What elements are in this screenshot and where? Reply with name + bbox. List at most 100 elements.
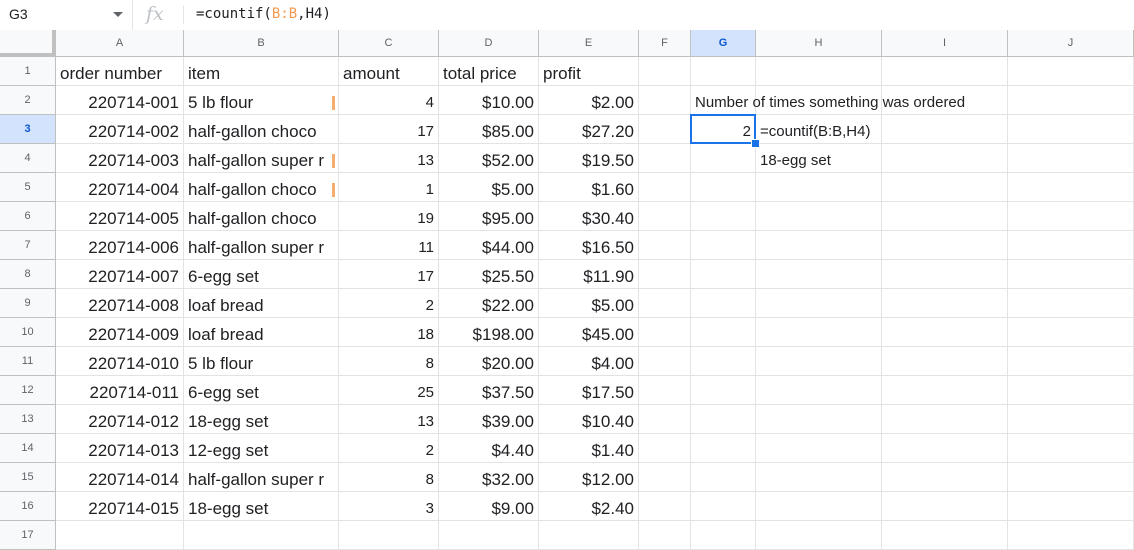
row-header-13[interactable]: 13 [0, 405, 56, 434]
cell-i1[interactable] [882, 57, 1008, 86]
cell-h16[interactable] [756, 492, 882, 521]
row-header-11[interactable]: 11 [0, 347, 56, 376]
row-header-9[interactable]: 9 [0, 289, 56, 318]
cell-h5[interactable] [756, 173, 882, 202]
cell-g17[interactable] [691, 521, 756, 550]
cell-e5[interactable]: $1.60 [539, 173, 639, 202]
cell-a1[interactable]: order number [56, 57, 184, 86]
cell-c14[interactable]: 2 [339, 434, 439, 463]
cell-f17[interactable] [639, 521, 691, 550]
cell-b14[interactable]: 12-egg set [184, 434, 339, 463]
cell-h13[interactable] [756, 405, 882, 434]
cell-d1[interactable]: total price [439, 57, 539, 86]
cell-g4[interactable] [691, 144, 756, 173]
cell-d16[interactable]: $9.00 [439, 492, 539, 521]
column-header-a[interactable]: A [56, 30, 184, 57]
chevron-down-icon[interactable] [113, 12, 123, 17]
cell-h3[interactable]: =countif(B:B,H4) [756, 115, 882, 144]
cell-b12[interactable]: 6-egg set [184, 376, 339, 405]
cell-j14[interactable] [1008, 434, 1134, 463]
cell-i9[interactable] [882, 289, 1008, 318]
cell-c15[interactable]: 8 [339, 463, 439, 492]
cell-f11[interactable] [639, 347, 691, 376]
cell-i13[interactable] [882, 405, 1008, 434]
cell-e16[interactable]: $2.40 [539, 492, 639, 521]
cell-i14[interactable] [882, 434, 1008, 463]
cell-g5[interactable] [691, 173, 756, 202]
cell-b16[interactable]: 18-egg set [184, 492, 339, 521]
column-header-e[interactable]: E [539, 30, 639, 57]
fill-handle[interactable] [751, 139, 760, 148]
row-header-15[interactable]: 15 [0, 463, 56, 492]
cell-j6[interactable] [1008, 202, 1134, 231]
cell-d9[interactable]: $22.00 [439, 289, 539, 318]
cell-a17[interactable] [56, 521, 184, 550]
cell-f13[interactable] [639, 405, 691, 434]
cell-b3[interactable]: half-gallon choco [184, 115, 339, 144]
cell-i7[interactable] [882, 231, 1008, 260]
cell-d15[interactable]: $32.00 [439, 463, 539, 492]
cell-d11[interactable]: $20.00 [439, 347, 539, 376]
cell-j10[interactable] [1008, 318, 1134, 347]
cell-c6[interactable]: 19 [339, 202, 439, 231]
row-header-10[interactable]: 10 [0, 318, 56, 347]
cell-a11[interactable]: 220714-010 [56, 347, 184, 376]
cell-d17[interactable] [439, 521, 539, 550]
row-header-12[interactable]: 12 [0, 376, 56, 405]
column-header-g[interactable]: G [691, 30, 756, 57]
cell-a14[interactable]: 220714-013 [56, 434, 184, 463]
cell-i15[interactable] [882, 463, 1008, 492]
cell-i16[interactable] [882, 492, 1008, 521]
select-all-corner[interactable] [0, 30, 56, 57]
cell-e13[interactable]: $10.40 [539, 405, 639, 434]
cell-c3[interactable]: 17 [339, 115, 439, 144]
cell-d12[interactable]: $37.50 [439, 376, 539, 405]
cell-f9[interactable] [639, 289, 691, 318]
cell-b2[interactable]: 5 lb flour [184, 86, 339, 115]
cell-h4[interactable]: 18-egg set [756, 144, 882, 173]
cell-b1[interactable]: item [184, 57, 339, 86]
cell-b6[interactable]: half-gallon choco [184, 202, 339, 231]
cell-d7[interactable]: $44.00 [439, 231, 539, 260]
cell-i10[interactable] [882, 318, 1008, 347]
cell-e17[interactable] [539, 521, 639, 550]
cell-j13[interactable] [1008, 405, 1134, 434]
row-header-14[interactable]: 14 [0, 434, 56, 463]
formula-input[interactable]: =countif(B:B,H4) [196, 6, 331, 22]
cell-b13[interactable]: 18-egg set [184, 405, 339, 434]
cell-f8[interactable] [639, 260, 691, 289]
cell-g7[interactable] [691, 231, 756, 260]
cell-f16[interactable] [639, 492, 691, 521]
cell-h12[interactable] [756, 376, 882, 405]
cell-d6[interactable]: $95.00 [439, 202, 539, 231]
cell-e4[interactable]: $19.50 [539, 144, 639, 173]
cell-g9[interactable] [691, 289, 756, 318]
cell-j7[interactable] [1008, 231, 1134, 260]
cell-j16[interactable] [1008, 492, 1134, 521]
cell-b7[interactable]: half-gallon super r [184, 231, 339, 260]
cell-c1[interactable]: amount [339, 57, 439, 86]
cell-b5[interactable]: half-gallon choco [184, 173, 339, 202]
cell-g2[interactable]: Number of times something was ordered [691, 86, 965, 115]
row-header-5[interactable]: 5 [0, 173, 56, 202]
cell-c11[interactable]: 8 [339, 347, 439, 376]
cell-h7[interactable] [756, 231, 882, 260]
name-box[interactable]: G3 [0, 0, 133, 30]
cell-h8[interactable] [756, 260, 882, 289]
cell-f15[interactable] [639, 463, 691, 492]
cell-a12[interactable]: 220714-011 [56, 376, 184, 405]
cell-c4[interactable]: 13 [339, 144, 439, 173]
cell-f4[interactable] [639, 144, 691, 173]
cell-e3[interactable]: $27.20 [539, 115, 639, 144]
cell-a16[interactable]: 220714-015 [56, 492, 184, 521]
cell-j15[interactable] [1008, 463, 1134, 492]
cell-e10[interactable]: $45.00 [539, 318, 639, 347]
cell-i11[interactable] [882, 347, 1008, 376]
cell-j4[interactable] [1008, 144, 1134, 173]
cell-c17[interactable] [339, 521, 439, 550]
cell-e12[interactable]: $17.50 [539, 376, 639, 405]
cell-j1[interactable] [1008, 57, 1134, 86]
cell-g15[interactable] [691, 463, 756, 492]
cell-j8[interactable] [1008, 260, 1134, 289]
cell-a13[interactable]: 220714-012 [56, 405, 184, 434]
